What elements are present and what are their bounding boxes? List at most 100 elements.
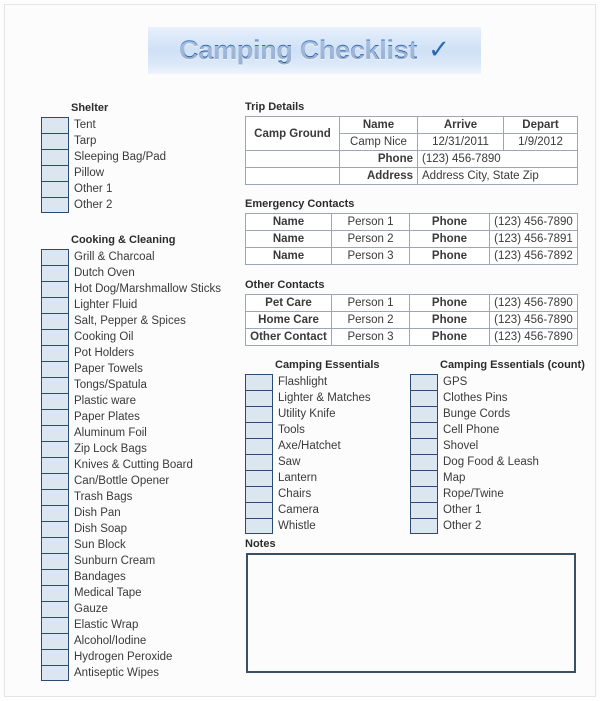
list-item[interactable]: Clothes Pins <box>410 390 585 406</box>
row-phone-value[interactable]: (123) 456-7890 <box>489 294 578 312</box>
checkbox[interactable] <box>41 313 69 329</box>
checkbox[interactable] <box>410 518 438 534</box>
list-item[interactable]: Other 2 <box>410 518 585 534</box>
checkbox[interactable] <box>41 585 69 601</box>
checkbox[interactable] <box>41 133 69 149</box>
list-item[interactable]: Dish Pan <box>41 505 221 521</box>
row-phone-value[interactable]: (123) 456-7892 <box>489 247 578 265</box>
list-item[interactable]: Grill & Charcoal <box>41 249 221 265</box>
list-item[interactable]: Cooking Oil <box>41 329 221 345</box>
list-item[interactable]: Tools <box>245 422 380 438</box>
checkbox[interactable] <box>41 393 69 409</box>
checkbox[interactable] <box>41 181 69 197</box>
list-item[interactable]: Lighter Fluid <box>41 297 221 313</box>
checkbox[interactable] <box>41 537 69 553</box>
checkbox[interactable] <box>41 329 69 345</box>
notes-input[interactable] <box>246 553 576 673</box>
checkbox[interactable] <box>41 649 69 665</box>
checkbox[interactable] <box>245 390 273 406</box>
checkbox[interactable] <box>41 361 69 377</box>
row-phone-value[interactable]: (123) 456-7890 <box>489 213 578 231</box>
list-item[interactable]: Chairs <box>245 486 380 502</box>
checkbox[interactable] <box>41 117 69 133</box>
checkbox[interactable] <box>410 374 438 390</box>
row-person-value[interactable]: Person 2 <box>331 230 410 248</box>
list-item[interactable]: Saw <box>245 454 380 470</box>
checkbox[interactable] <box>245 518 273 534</box>
list-item[interactable]: Sleeping Bag/Pad <box>41 149 166 165</box>
row-person-value[interactable]: Person 2 <box>331 311 410 329</box>
checkbox[interactable] <box>410 486 438 502</box>
list-item[interactable]: Dog Food & Leash <box>410 454 585 470</box>
list-item[interactable]: Rope/Twine <box>410 486 585 502</box>
checkbox[interactable] <box>41 281 69 297</box>
camp-name-value[interactable]: Camp Nice <box>339 133 418 151</box>
list-item[interactable]: Dish Soap <box>41 521 221 537</box>
list-item[interactable]: Shovel <box>410 438 585 454</box>
list-item[interactable]: Utility Knife <box>245 406 380 422</box>
checkbox[interactable] <box>245 486 273 502</box>
checkbox[interactable] <box>245 454 273 470</box>
list-item[interactable]: Medical Tape <box>41 585 221 601</box>
list-item[interactable]: Lighter & Matches <box>245 390 380 406</box>
list-item[interactable]: Hot Dog/Marshmallow Sticks <box>41 281 221 297</box>
checkbox[interactable] <box>41 457 69 473</box>
checkbox[interactable] <box>245 438 273 454</box>
checkbox[interactable] <box>41 489 69 505</box>
checkbox[interactable] <box>41 149 69 165</box>
checkbox[interactable] <box>41 377 69 393</box>
row-person-value[interactable]: Person 3 <box>331 328 410 346</box>
row-person-value[interactable]: Person 3 <box>331 247 410 265</box>
list-item[interactable]: Other 1 <box>410 502 585 518</box>
list-item[interactable]: Elastic Wrap <box>41 617 221 633</box>
list-item[interactable]: Tent <box>41 117 166 133</box>
list-item[interactable]: Bandages <box>41 569 221 585</box>
list-item[interactable]: Lantern <box>245 470 380 486</box>
checkbox[interactable] <box>245 502 273 518</box>
row-person-value[interactable]: Person 1 <box>331 213 410 231</box>
checkbox[interactable] <box>41 297 69 313</box>
list-item[interactable]: Bunge Cords <box>410 406 585 422</box>
list-item[interactable]: Salt, Pepper & Spices <box>41 313 221 329</box>
checkbox[interactable] <box>410 422 438 438</box>
list-item[interactable]: Other 1 <box>41 181 166 197</box>
checkbox[interactable] <box>410 454 438 470</box>
checkbox[interactable] <box>41 665 69 681</box>
checkbox[interactable] <box>410 406 438 422</box>
list-item[interactable]: Paper Towels <box>41 361 221 377</box>
checkbox[interactable] <box>410 470 438 486</box>
checkbox[interactable] <box>41 345 69 361</box>
checkbox[interactable] <box>41 473 69 489</box>
list-item[interactable]: Paper Plates <box>41 409 221 425</box>
arrive-date-value[interactable]: 12/31/2011 <box>417 133 504 151</box>
list-item[interactable]: Flashlight <box>245 374 380 390</box>
checkbox[interactable] <box>245 406 273 422</box>
checkbox[interactable] <box>410 502 438 518</box>
checkbox[interactable] <box>41 409 69 425</box>
checkbox[interactable] <box>41 521 69 537</box>
checkbox[interactable] <box>41 553 69 569</box>
list-item[interactable]: Sun Block <box>41 537 221 553</box>
list-item[interactable]: Camera <box>245 502 380 518</box>
checkbox[interactable] <box>41 249 69 265</box>
row-phone-value[interactable]: (123) 456-7891 <box>489 230 578 248</box>
list-item[interactable]: Cell Phone <box>410 422 585 438</box>
list-item[interactable]: Hydrogen Peroxide <box>41 649 221 665</box>
list-item[interactable]: Zip Lock Bags <box>41 441 221 457</box>
row-person-value[interactable]: Person 1 <box>331 294 410 312</box>
list-item[interactable]: Dutch Oven <box>41 265 221 281</box>
list-item[interactable]: Axe/Hatchet <box>245 438 380 454</box>
checkbox[interactable] <box>41 197 69 213</box>
list-item[interactable]: GPS <box>410 374 585 390</box>
list-item[interactable]: Map <box>410 470 585 486</box>
list-item[interactable]: Gauze <box>41 601 221 617</box>
phone-value[interactable]: (123) 456-7890 <box>417 150 578 168</box>
checkbox[interactable] <box>410 390 438 406</box>
checkbox[interactable] <box>41 633 69 649</box>
list-item[interactable]: Aluminum Foil <box>41 425 221 441</box>
list-item[interactable]: Antiseptic Wipes <box>41 665 221 681</box>
checkbox[interactable] <box>41 425 69 441</box>
checkbox[interactable] <box>41 601 69 617</box>
list-item[interactable]: Sunburn Cream <box>41 553 221 569</box>
list-item[interactable]: Knives & Cutting Board <box>41 457 221 473</box>
